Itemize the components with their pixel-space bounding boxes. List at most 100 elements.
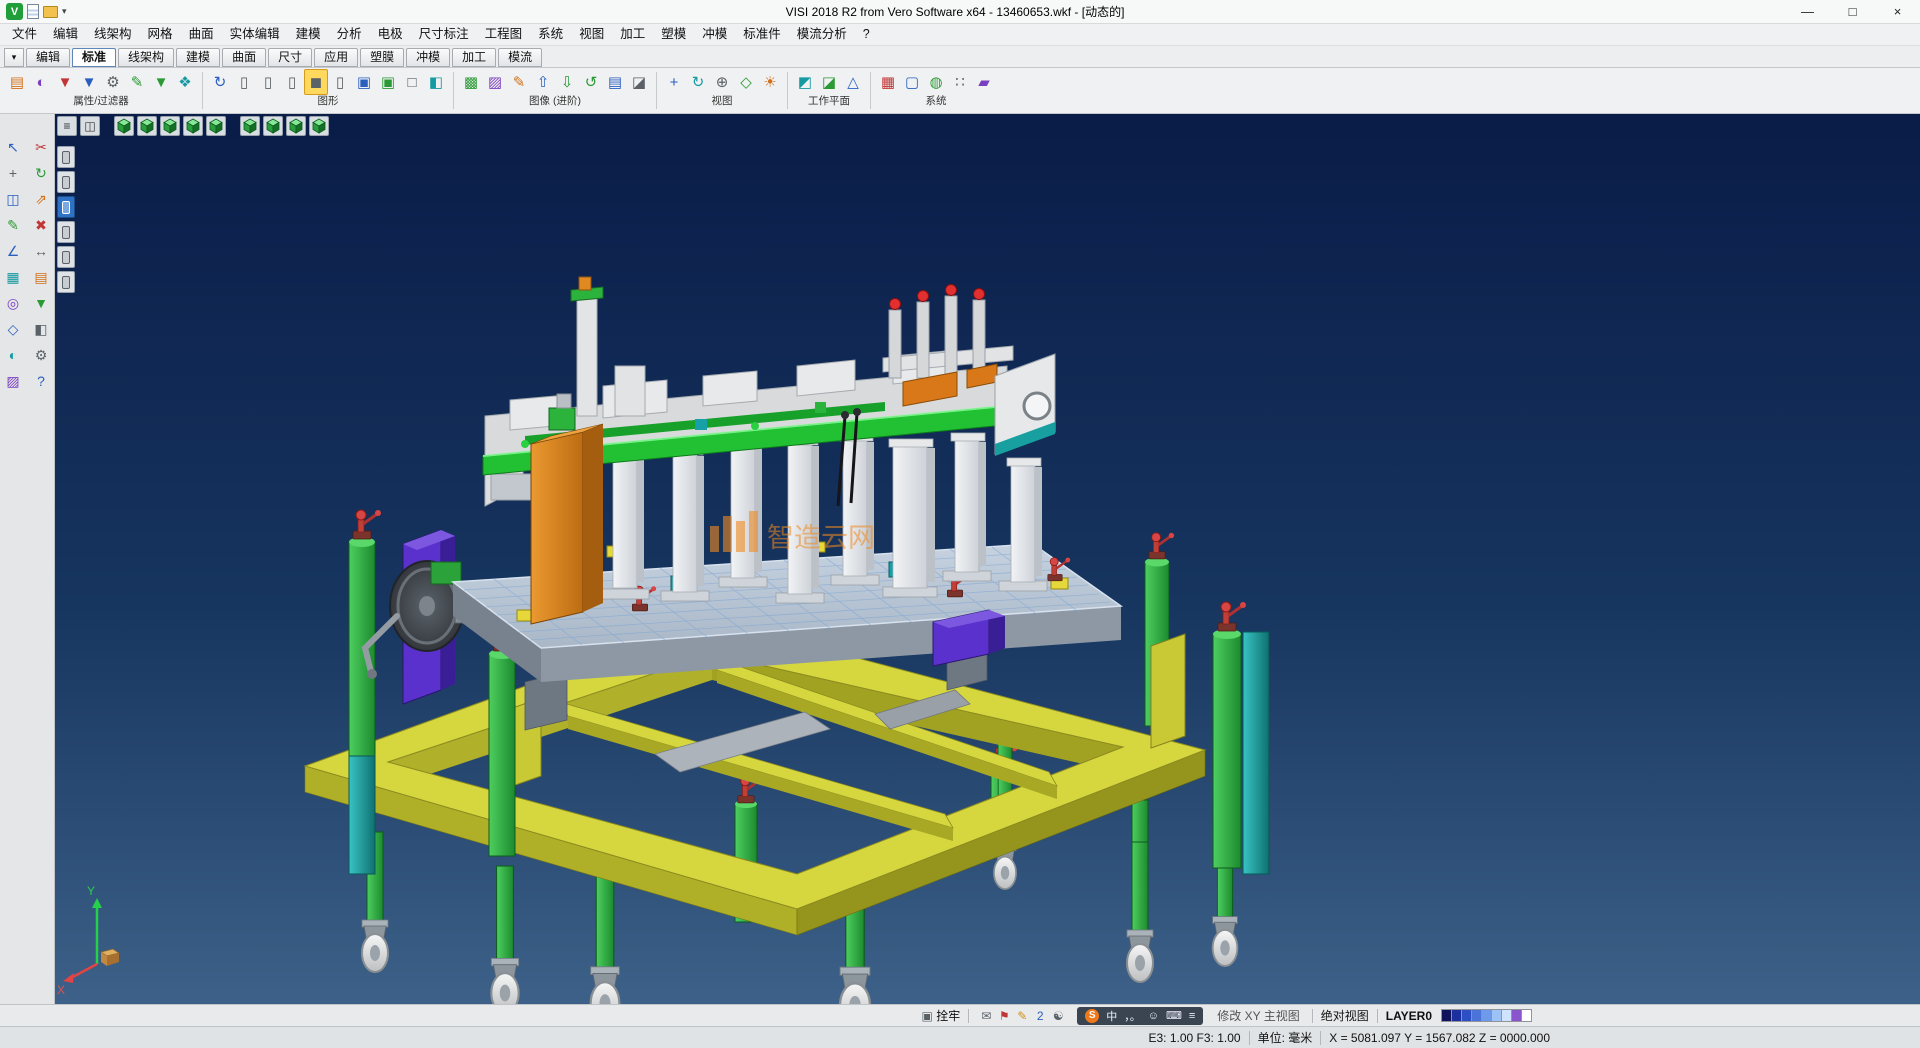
tab-modeling[interactable]: 建模 [176,48,220,67]
ime-lang-toggle[interactable]: 中 [1106,1008,1117,1024]
lock-check-icon[interactable]: ▣ [918,1009,936,1023]
edit-icon[interactable]: ✎ [1013,1009,1031,1023]
tab-caret-icon[interactable]: ▾ [4,48,24,67]
badge-2-icon[interactable]: 2 [1031,1009,1049,1023]
material-slab-icon[interactable]: ▰ [972,69,996,95]
erase-icon[interactable]: ✖ [30,214,52,236]
image-up-icon[interactable]: ⇧ [531,69,555,95]
ime-bar[interactable]: S 中 ，。 ☺ ⌨ ≡ [1077,1007,1203,1025]
tab-machining[interactable]: 加工 [452,48,496,67]
image-color-icon[interactable]: ▨ [483,69,507,95]
render-cube-icon[interactable]: ◧ [424,69,448,95]
solid-display-1-icon[interactable] [57,146,75,168]
menu-solid-edit[interactable]: 实体编辑 [222,24,288,45]
menu-electrode[interactable]: 电极 [370,24,411,45]
layer-manager-icon[interactable]: ▤ [5,69,29,95]
menu-edit[interactable]: 编辑 [45,24,86,45]
view-cube-7-icon[interactable] [263,116,283,136]
layer-color-swatch[interactable] [1521,1009,1532,1022]
pan-view-icon[interactable]: + [662,69,686,95]
tab-die[interactable]: 冲模 [406,48,450,67]
view-mode-indicator[interactable]: 绝对视图 [1321,1007,1369,1024]
wire-box-icon[interactable]: □ [400,69,424,95]
trim-icon[interactable]: ✂ [30,136,52,158]
ime-menu-icon[interactable]: ≡ [1189,1010,1195,1022]
filter-red-icon[interactable]: ▼ [53,69,77,95]
image-layers-icon[interactable]: ▤ [603,69,627,95]
cylinder-a-icon[interactable]: ▯ [232,69,256,95]
color-grid-icon[interactable]: ▦ [876,69,900,95]
solid-display-6-icon[interactable] [57,271,75,293]
view-cube-1-icon[interactable] [114,116,134,136]
light-icon[interactable]: ☀ [758,69,782,95]
menu-drawing[interactable]: 工程图 [477,24,531,45]
view-cube-5-icon[interactable] [206,116,226,136]
cylinder-c-icon[interactable]: ▯ [280,69,304,95]
menu-die[interactable]: 冲模 [694,24,735,45]
measure-icon[interactable]: ∠ [2,240,24,262]
solid-box-green-icon[interactable]: ▣ [376,69,400,95]
snap-icon[interactable]: ◎ [2,292,24,314]
layers-icon[interactable]: ▤ [30,266,52,288]
close-button[interactable]: × [1875,0,1920,23]
mail-icon[interactable]: ✉ [977,1009,995,1023]
solid-display-2-icon[interactable] [57,171,75,193]
view-cube-3-icon[interactable] [160,116,180,136]
tab-surface[interactable]: 曲面 [222,48,266,67]
open-file-icon[interactable] [43,6,58,18]
shading-icon[interactable]: ◐ [2,344,24,366]
active-layer[interactable]: LAYER0 [1386,1009,1432,1023]
scale-icon[interactable]: ⇗ [30,188,52,210]
modify-icon[interactable]: ✎ [2,214,24,236]
image-down-icon[interactable]: ⇩ [555,69,579,95]
rotate-icon[interactable]: ↻ [30,162,52,184]
translate-icon[interactable]: + [2,162,24,184]
image-cube-icon[interactable]: ◪ [627,69,651,95]
menu-help[interactable]: ? [855,24,878,45]
workplane-c-icon[interactable]: △ [841,69,865,95]
refresh-view-icon[interactable]: ↻ [208,69,232,95]
plane-view-icon[interactable]: ◇ [734,69,758,95]
dot-grid-icon[interactable]: ∷ [948,69,972,95]
quick-access-caret-icon[interactable]: ▾ [62,6,67,17]
image-rotate-icon[interactable]: ↺ [579,69,603,95]
menu-standard-parts[interactable]: 标准件 [735,24,789,45]
attribute-paint-icon[interactable]: ◐ [29,69,53,95]
help-icon[interactable]: ? [30,370,52,392]
flag-icon[interactable]: ⚑ [995,1009,1013,1023]
ime-logo-icon[interactable]: S [1085,1009,1099,1023]
solid-display-4-icon[interactable] [57,221,75,243]
menu-mesh[interactable]: 网格 [140,24,181,45]
menu-wireframe[interactable]: 线架构 [86,24,140,45]
menu-analysis[interactable]: 分析 [329,24,370,45]
solid-display-3-icon[interactable] [57,196,75,218]
rotate-view-icon[interactable]: ↻ [686,69,710,95]
filter-edit-icon[interactable]: ✎ [125,69,149,95]
tab-dimension[interactable]: 尺寸 [268,48,312,67]
cylinder-d-icon[interactable]: ▯ [328,69,352,95]
view-menu-icon[interactable]: ≡ [57,116,77,136]
view-cube-8-icon[interactable] [286,116,306,136]
tab-standard[interactable]: 标准 [72,48,116,67]
select-icon[interactable]: ↖ [2,136,24,158]
gear-icon[interactable]: ⚙ [30,344,52,366]
menu-view[interactable]: 视图 [571,24,612,45]
view-cube-6-icon[interactable] [240,116,260,136]
view-cube-2-icon[interactable] [137,116,157,136]
filter-green-icon[interactable]: ▼ [149,69,173,95]
filter-settings-icon[interactable]: ⚙ [101,69,125,95]
tab-apply[interactable]: 应用 [314,48,358,67]
workplane-icon[interactable]: ◇ [2,318,24,340]
globe-icon[interactable]: ◍ [924,69,948,95]
solid-cube-icon[interactable]: ◧ [30,318,52,340]
mirror-icon[interactable]: ◫ [2,188,24,210]
selection-mask-icon[interactable]: ❖ [173,69,197,95]
view-cube-4-icon[interactable] [183,116,203,136]
taiji-icon[interactable]: ☯ [1049,1009,1067,1023]
ime-punct-toggle[interactable]: ，。 [1124,1008,1141,1024]
zoom-view-icon[interactable]: ⊕ [710,69,734,95]
image-view-icon[interactable]: ▩ [459,69,483,95]
menu-dimension[interactable]: 尺寸标注 [411,24,477,45]
menu-file[interactable]: 文件 [4,24,45,45]
tab-mold[interactable]: 塑膜 [360,48,404,67]
